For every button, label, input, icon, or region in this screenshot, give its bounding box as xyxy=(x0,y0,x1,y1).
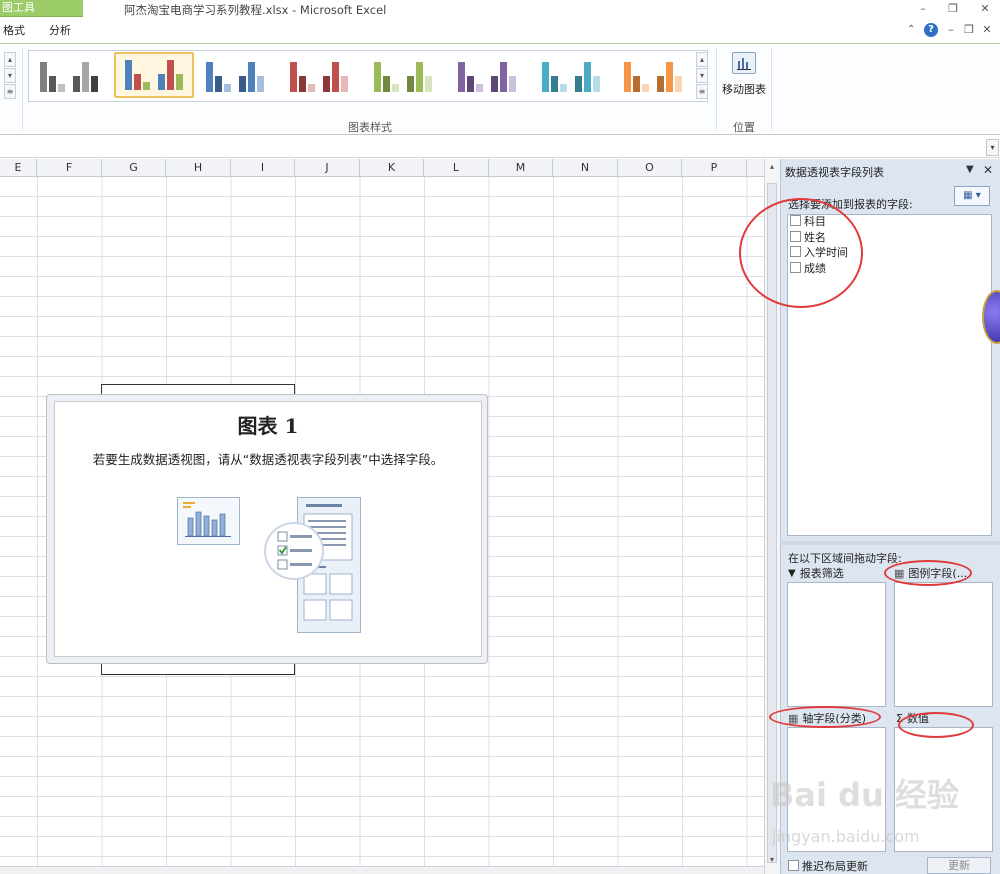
close-icon[interactable]: ✕ xyxy=(978,2,992,16)
annotation-circle-fields xyxy=(739,198,863,308)
chart-style-gray[interactable] xyxy=(32,52,106,98)
ribbon-collapse-icon[interactable]: ⌃ xyxy=(907,24,915,35)
left-more-icon[interactable]: ≡ xyxy=(4,84,16,99)
column-header[interactable]: K xyxy=(360,159,424,177)
drag-fields-label: 在以下区域间拖动字段: xyxy=(788,552,902,565)
ribbon-separator xyxy=(22,48,23,130)
workbook-minimize-icon[interactable]: – xyxy=(944,23,958,37)
chart-title: 图表 1 xyxy=(237,414,299,438)
styles-scroll-down-icon[interactable]: ▾ xyxy=(696,68,708,83)
chart-style-orange[interactable] xyxy=(616,52,690,98)
left-scroll-down-icon[interactable]: ▾ xyxy=(4,68,16,83)
pane-splitter[interactable] xyxy=(780,541,1000,545)
column-header[interactable]: G xyxy=(102,159,166,177)
legend-fields-zone[interactable] xyxy=(894,582,993,707)
chart-style-red[interactable] xyxy=(282,52,356,98)
chart-style-multicolor[interactable] xyxy=(114,52,194,98)
baidu-watermark-url: jingyan.baidu.com xyxy=(772,827,920,846)
chart-style-aqua[interactable] xyxy=(534,52,608,98)
defer-update-row[interactable]: 推迟布局更新 xyxy=(788,858,868,873)
group-label-location: 位置 xyxy=(733,121,755,134)
chart-style-blue[interactable] xyxy=(198,52,272,98)
defer-update-label: 推迟布局更新 xyxy=(802,859,868,873)
column-header[interactable]: J xyxy=(295,159,360,177)
column-header[interactable]: M xyxy=(489,159,553,177)
report-filter-header: ▼ 报表筛选 xyxy=(788,565,844,581)
column-header[interactable]: H xyxy=(166,159,231,177)
tab-format[interactable]: 格式 xyxy=(3,22,25,38)
annotation-circle-legend xyxy=(884,560,972,586)
styles-scroll-up-icon[interactable]: ▴ xyxy=(696,52,708,67)
mini-chart-icon xyxy=(177,497,240,545)
styles-more-icon[interactable]: ≡ xyxy=(696,84,708,99)
left-scroll-up-icon[interactable]: ▴ xyxy=(4,52,16,67)
report-filter-zone[interactable] xyxy=(787,582,886,707)
help-icon[interactable]: ? xyxy=(924,23,938,37)
horizontal-scrollbar[interactable] xyxy=(0,866,764,874)
scroll-up-icon[interactable]: ▴ xyxy=(766,162,778,174)
column-header[interactable]: O xyxy=(618,159,682,177)
context-tab-label: 图工具 xyxy=(0,0,83,17)
chart-instructions: 若要生成数据透视图，请从“数据透视表字段列表”中选择字段。 xyxy=(92,452,444,467)
column-header[interactable]: L xyxy=(424,159,489,177)
workbook-close-icon[interactable]: ✕ xyxy=(980,23,994,37)
formula-bar[interactable] xyxy=(0,136,1000,158)
group-label-chart-styles: 图表样式 xyxy=(348,121,392,134)
checklist-magnifier-icon xyxy=(264,522,324,580)
defer-update-checkbox[interactable] xyxy=(788,860,799,871)
chart-style-green[interactable] xyxy=(366,52,440,98)
filter-icon: ▼ xyxy=(788,567,796,579)
column-header[interactable]: F xyxy=(37,159,102,177)
annotation-circle-axis xyxy=(769,706,881,728)
ribbon-separator xyxy=(771,48,772,130)
pane-title: 数据透视表字段列表 xyxy=(785,166,884,179)
scroll-down-icon[interactable]: ▾ xyxy=(766,855,778,867)
move-chart-label[interactable]: 移动图表 xyxy=(722,81,766,97)
column-header[interactable]: P xyxy=(682,159,747,177)
window-title: 阿杰淘宝电商学习系列教程.xlsx - Microsoft Excel xyxy=(124,3,387,17)
chart-style-purple[interactable] xyxy=(450,52,524,98)
column-header[interactable]: E xyxy=(0,159,37,177)
formula-expand-icon[interactable]: ▾ xyxy=(986,139,999,156)
tab-analyze[interactable]: 分析 xyxy=(49,22,71,38)
layout-options-icon[interactable]: ▦ ▾ xyxy=(954,186,990,206)
ribbon-separator xyxy=(716,48,717,130)
annotation-circle-values xyxy=(898,712,974,738)
move-chart-icon[interactable] xyxy=(732,52,756,74)
column-header[interactable]: I xyxy=(231,159,295,177)
ribbon-tab-row xyxy=(0,20,1000,44)
baidu-watermark: Bai du 经验 xyxy=(770,776,959,814)
pane-close-icon[interactable]: ✕ xyxy=(983,163,993,177)
report-filter-label: 报表筛选 xyxy=(799,567,844,580)
minimize-icon[interactable]: – xyxy=(916,2,930,16)
pane-menu-icon[interactable]: ▼ xyxy=(966,164,974,175)
restore-icon[interactable]: ❐ xyxy=(946,2,960,16)
workbook-restore-icon[interactable]: ❐ xyxy=(962,23,976,37)
update-button[interactable]: 更新 xyxy=(927,857,991,874)
column-header[interactable]: N xyxy=(553,159,618,177)
